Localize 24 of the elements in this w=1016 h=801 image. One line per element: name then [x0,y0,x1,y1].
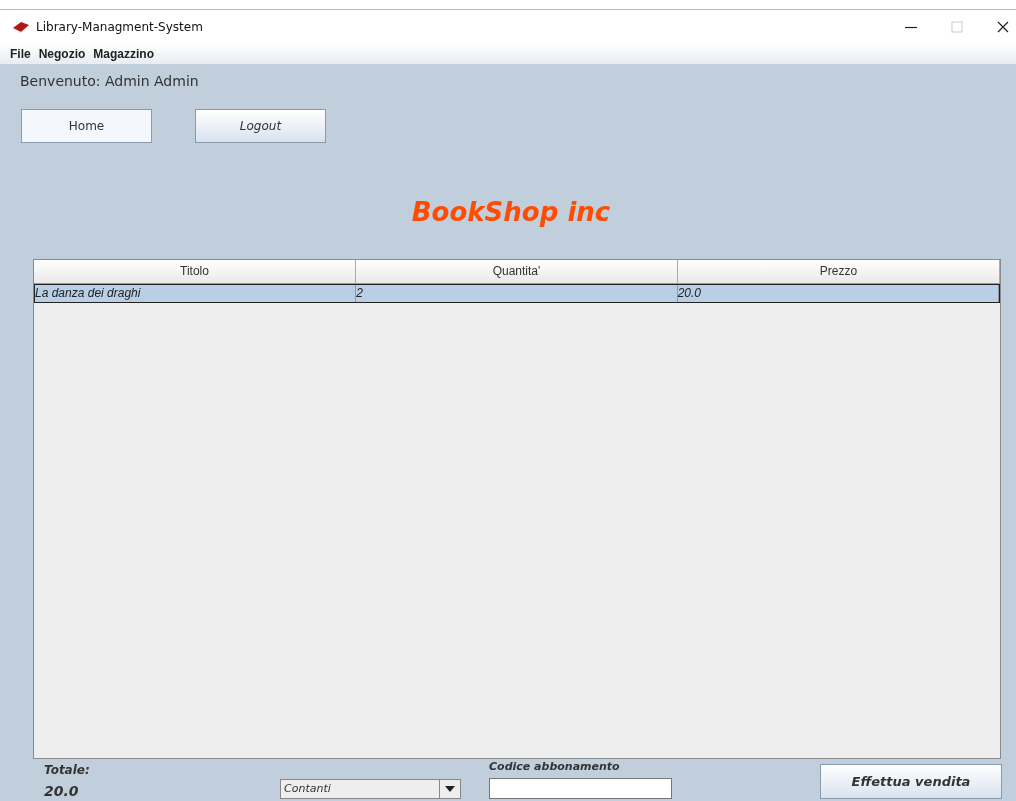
menu-item[interactable]: Magazzino [93,46,154,61]
table-cell: 20.0 [677,285,999,302]
caret-icon [445,786,455,792]
column-header[interactable]: Titolo [34,260,356,283]
table-cell: 2 [356,285,678,302]
book-icon [12,20,30,33]
welcome-text: Benvenuto: Admin Admin [20,73,199,89]
shop-heading: BookShop inc [411,197,611,229]
menu-item[interactable]: File [10,46,31,61]
code-input-field[interactable] [489,778,672,799]
sale-button[interactable]: Effettua vendita [820,764,1002,799]
column-header[interactable]: Quantita' [356,260,678,283]
payment-dropdown[interactable]: Contanti [280,779,461,799]
total-label: Totale: [44,763,91,777]
column-header[interactable]: Prezzo [678,260,1000,283]
logout-button[interactable]: Logout [195,109,326,143]
home-button[interactable]: Home [21,109,152,143]
code-label: Codice abbonamento [489,760,621,773]
table-row[interactable]: La danza dei draghi 2 20.0 [34,284,1000,303]
close-icon[interactable] [996,19,1010,34]
total-value: 20.0 [44,783,80,799]
menu-item[interactable]: Negozio [38,46,86,61]
window-title: Library-Managment-System [36,19,203,34]
table-cell: La danza dei draghi [35,285,357,302]
